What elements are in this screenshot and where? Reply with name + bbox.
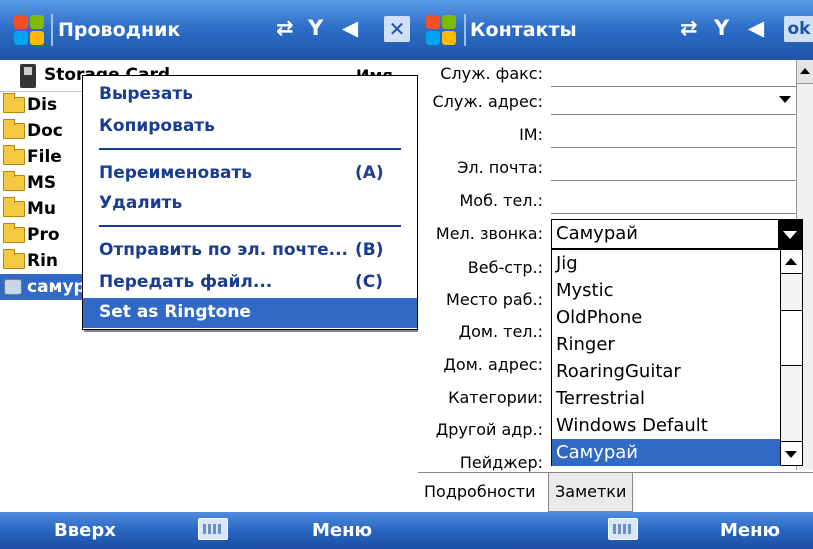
- list-item[interactable]: Windows Default: [552, 412, 781, 439]
- title-bar: Контакты ⇄ Y ◀ ok: [418, 0, 813, 60]
- im-input[interactable]: [551, 147, 796, 148]
- folder-icon: [3, 223, 25, 243]
- softkey-up[interactable]: Вверх: [54, 520, 116, 541]
- list-item-selected[interactable]: Самурай: [552, 439, 781, 466]
- chevron-down-icon[interactable]: [779, 96, 791, 103]
- tab-details[interactable]: Подробности: [418, 473, 542, 512]
- windows-start-icon[interactable]: [12, 13, 46, 47]
- title-separator: [464, 14, 466, 46]
- scroll-up-icon[interactable]: [797, 60, 813, 84]
- storage-card-icon: [20, 64, 36, 88]
- keyboard-icon[interactable]: [198, 518, 228, 540]
- list-item[interactable]: Terrestrial: [552, 385, 781, 412]
- work-address-input[interactable]: [551, 114, 796, 115]
- windows-start-icon[interactable]: [424, 13, 458, 47]
- list-item[interactable]: OldPhone: [552, 304, 781, 331]
- context-menu: Вырезать Копировать Переименовать (A) Уда…: [82, 75, 418, 330]
- chevron-down-icon[interactable]: [778, 220, 802, 248]
- list-item[interactable]: RoaringGuitar: [552, 358, 781, 385]
- volume-icon[interactable]: ◀: [748, 16, 764, 40]
- email-input[interactable]: [551, 180, 796, 181]
- keyboard-icon[interactable]: [608, 518, 638, 540]
- ringtone-value: Самурай: [556, 223, 638, 244]
- signal-icon[interactable]: Y: [714, 16, 729, 40]
- connectivity-icon[interactable]: ⇄: [680, 16, 698, 40]
- tab-bar: Подробности Заметки: [418, 472, 813, 512]
- sound-file-icon: [4, 279, 22, 295]
- menu-divider: [99, 225, 401, 227]
- folder-icon: [3, 145, 25, 165]
- field-email[interactable]: Эл. почта:: [418, 156, 813, 182]
- app-title: Проводник: [58, 19, 181, 41]
- field-mobile[interactable]: Моб. тел.:: [418, 189, 813, 215]
- menu-item-rename[interactable]: Переименовать (A): [83, 159, 417, 189]
- menu-item-cut[interactable]: Вырезать: [83, 80, 417, 110]
- menu-item-set-ringtone[interactable]: Set as Ringtone: [83, 298, 417, 328]
- folder-icon: [3, 171, 25, 191]
- mobile-input[interactable]: [551, 213, 796, 214]
- contacts-screen: Контакты ⇄ Y ◀ ok Служ. факс: Служ. адре…: [418, 0, 813, 549]
- close-icon[interactable]: ✕: [384, 16, 410, 42]
- connectivity-icon[interactable]: ⇄: [276, 16, 294, 40]
- menu-divider: [99, 148, 401, 150]
- list-item[interactable]: Jig: [552, 250, 781, 277]
- signal-icon[interactable]: Y: [308, 16, 323, 40]
- scroll-thumb[interactable]: [781, 310, 802, 366]
- menu-item-send-email[interactable]: Отправить по эл. почте... (B): [83, 236, 417, 266]
- work-fax-input[interactable]: [551, 86, 796, 87]
- soft-key-bar: Вверх Меню: [0, 512, 418, 549]
- softkey-menu[interactable]: Меню: [312, 520, 372, 541]
- menu-item-delete[interactable]: Удалить: [83, 189, 417, 219]
- field-work-address[interactable]: Служ. адрес:: [418, 90, 813, 116]
- tab-notes[interactable]: Заметки: [548, 473, 634, 512]
- field-work-fax[interactable]: Служ. факс:: [418, 62, 813, 88]
- soft-key-bar: Меню: [418, 512, 813, 549]
- folder-icon: [3, 197, 25, 217]
- menu-item-copy[interactable]: Копировать: [83, 112, 417, 142]
- title-separator: [51, 14, 53, 46]
- ringtone-select[interactable]: Самурай: [551, 219, 803, 249]
- ringtone-dropdown-list: Jig Mystic OldPhone Ringer RoaringGuitar…: [551, 249, 803, 466]
- scroll-up-icon[interactable]: [781, 250, 802, 274]
- scroll-down-icon[interactable]: [781, 441, 802, 465]
- explorer-screen: Проводник ⇄ Y ◀ ✕ Storage Card Имя Dis D…: [0, 0, 418, 549]
- volume-icon[interactable]: ◀: [342, 16, 358, 40]
- folder-icon: [3, 249, 25, 269]
- folder-icon: [3, 119, 25, 139]
- softkey-menu[interactable]: Меню: [720, 520, 780, 541]
- menu-item-beam-file[interactable]: Передать файл... (C): [83, 268, 417, 298]
- list-item[interactable]: Mystic: [552, 277, 781, 304]
- folder-icon: [3, 93, 25, 113]
- list-item[interactable]: Ringer: [552, 331, 781, 358]
- dropdown-scrollbar[interactable]: [780, 250, 802, 465]
- title-bar: Проводник ⇄ Y ◀ ✕: [0, 0, 418, 60]
- ok-button[interactable]: ok: [784, 16, 813, 42]
- field-im[interactable]: IM:: [418, 123, 813, 149]
- app-title: Контакты: [470, 19, 577, 41]
